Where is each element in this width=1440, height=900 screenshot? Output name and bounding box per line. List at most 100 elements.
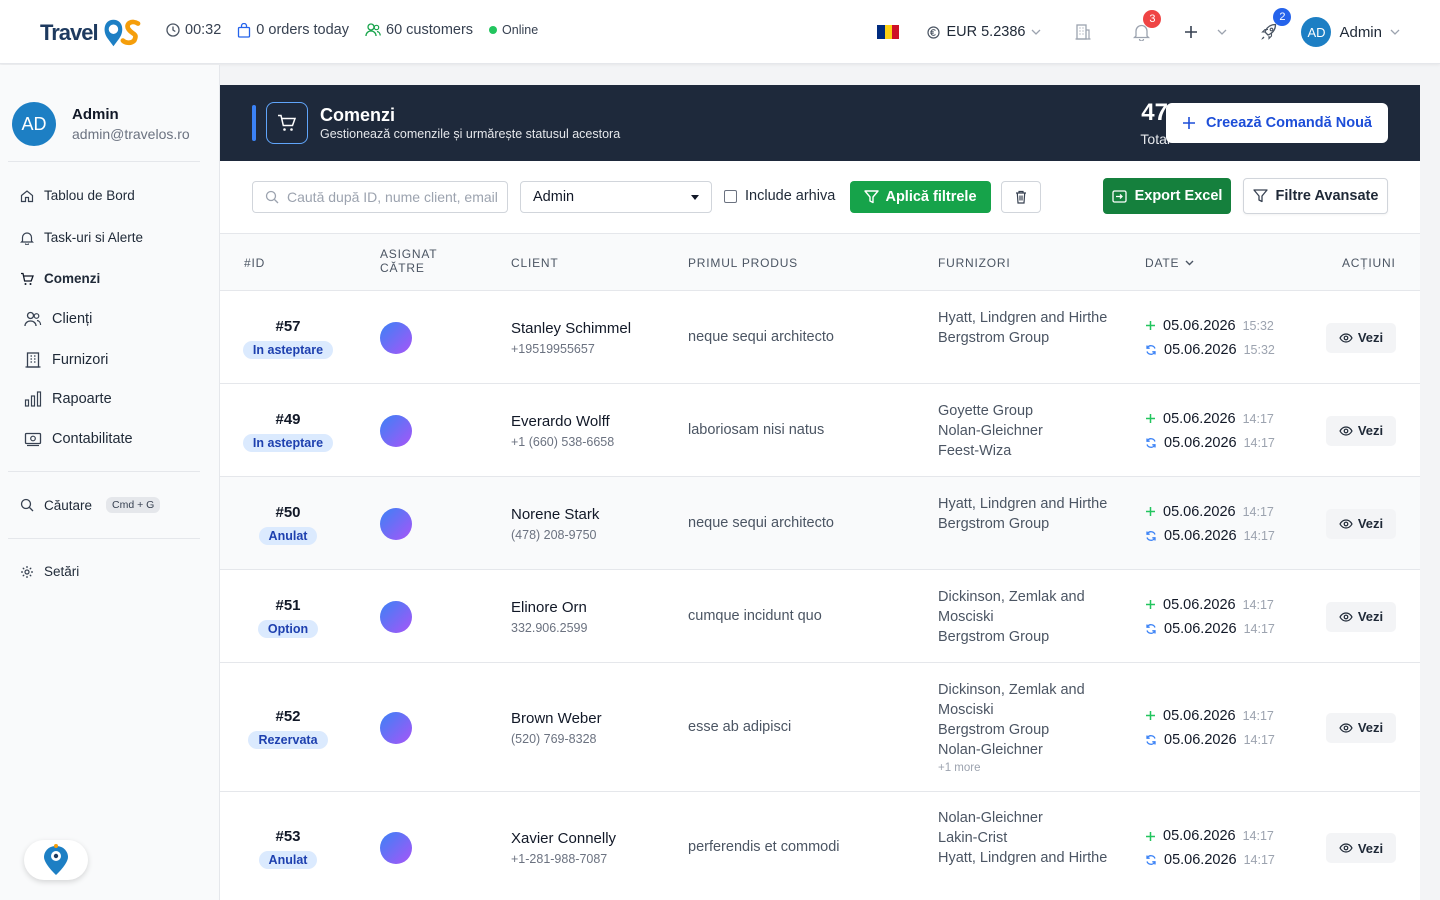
sidebar-profile[interactable]: AD Admin admin@travelos.ro (12, 102, 190, 146)
client-name[interactable]: Brown Weber (511, 710, 602, 727)
order-id[interactable]: #50 (238, 504, 338, 521)
sidebar-item-tasks[interactable]: Task-uri si Alerte (20, 230, 143, 245)
top-stats: 00:32 0 orders today 60 customers Online (166, 22, 538, 38)
export-icon (1111, 189, 1127, 203)
supplier-name: Bergstrom Group (938, 329, 1050, 346)
assignee-avatar[interactable] (380, 832, 412, 864)
view-order-button[interactable]: Vezi (1326, 833, 1396, 863)
search-input[interactable] (287, 189, 497, 205)
client-phone: (478) 208-9750 (511, 527, 597, 542)
date-cell: 05.06.2026 14:17 05.06.2026 14:17 (1145, 704, 1275, 752)
sidebar-item-clients[interactable]: Clienți (24, 311, 92, 327)
sidebar-item-label: Clienți (52, 311, 93, 327)
create-order-button[interactable]: Creează Comandă Nouă (1166, 103, 1388, 143)
table-row[interactable]: #53 Anulat Xavier Connelly +1-281-988-70… (220, 792, 1420, 900)
archive-checkbox[interactable] (724, 189, 737, 203)
supplier-name: Hyatt, Lindgren and Hirthe (938, 309, 1108, 326)
column-header-date[interactable]: DATE (1145, 256, 1194, 270)
sidebar-item-orders[interactable]: Comenzi (20, 271, 100, 286)
suppliers-more[interactable]: +1 more (938, 760, 1108, 776)
clear-filters-button[interactable] (1001, 181, 1041, 213)
advanced-filters-button[interactable]: Filtre Avansate (1243, 178, 1388, 214)
sidebar-item-suppliers[interactable]: Furnizori (24, 351, 108, 369)
view-order-button[interactable]: Vezi (1326, 712, 1396, 743)
updated-time-value: 14:17 (1243, 621, 1275, 636)
order-id[interactable]: #53 (238, 828, 338, 845)
client-name[interactable]: Everardo Wolff (511, 413, 614, 430)
client-name[interactable]: Elinore Orn (511, 599, 587, 616)
created-time-value: 14:17 (1242, 411, 1274, 426)
supplier-name: Bergstrom Group (938, 515, 1050, 532)
currency-selector[interactable]: EUR 5.2386 (927, 24, 1041, 40)
assignee-avatar[interactable] (380, 507, 412, 540)
assignee-avatar[interactable] (380, 414, 412, 447)
export-excel-button[interactable]: Export Excel (1103, 178, 1231, 214)
assignee-avatar[interactable] (380, 600, 412, 633)
table-row[interactable]: #57 In asteptare Stanley Schimmel +19519… (220, 291, 1420, 384)
client-name[interactable]: Norene Stark (511, 506, 599, 523)
date-cell: 05.06.2026 15:32 05.06.2026 15:32 (1145, 314, 1275, 362)
building-icon (1075, 24, 1091, 40)
column-header-client[interactable]: CLIENT (511, 256, 558, 270)
sidebar-search[interactable]: Căutare Cmd + G (20, 497, 161, 513)
assignee-select[interactable]: Admin (520, 181, 712, 213)
view-order-button[interactable]: Vezi (1326, 322, 1396, 353)
apply-filters-button[interactable]: Aplică filtrele (850, 181, 991, 213)
notifications-button[interactable]: 3 (1129, 10, 1162, 44)
status-badge: Anulat (258, 526, 318, 545)
client-name[interactable]: Stanley Schimmel (511, 320, 631, 337)
romania-flag-icon[interactable] (877, 25, 900, 39)
rocket-button[interactable]: 2 (1257, 8, 1292, 44)
table-row[interactable]: #51 Option Elinore Orn 332.906.2599 cumq… (220, 570, 1420, 663)
column-header-assigned[interactable]: ASIGNAT CĂTRE (380, 247, 460, 275)
refresh-icon (1146, 855, 1156, 865)
view-order-button[interactable]: Vezi (1326, 601, 1396, 632)
suppliers-cell: Hyatt, Lindgren and Hirthe Bergstrom Grou… (938, 308, 1108, 348)
table-row[interactable]: #50 Anulat Norene Stark (478) 208-9750 n… (220, 477, 1420, 570)
assignee-avatar[interactable] (380, 321, 412, 354)
supplier-name: Dickinson, Zemlak and Mosciski (938, 681, 1085, 718)
sidebar-item-reports[interactable]: Rapoarte (24, 391, 112, 407)
plus-icon (1183, 117, 1195, 129)
view-order-button[interactable]: Vezi (1326, 415, 1396, 446)
first-product: neque sequi architecto (688, 328, 834, 345)
suppliers-cell: Nolan-Gleichner Lakin-Crist Hyatt, Lindgre… (938, 808, 1108, 868)
suppliers-cell: Goyette Group Nolan-Gleichner Feest-Wiza (938, 401, 1108, 461)
company-button[interactable] (1071, 20, 1095, 44)
quick-add-button[interactable] (1183, 20, 1227, 44)
client-phone: (520) 769-8328 (511, 731, 597, 746)
help-assistant-button[interactable] (24, 840, 88, 880)
eye-icon (1339, 611, 1353, 622)
include-archive[interactable]: Include arhiva (724, 188, 835, 204)
column-header-product[interactable]: PRIMUL PRODUS (688, 256, 798, 270)
created-date: 05.06.2026 14:17 (1145, 704, 1275, 728)
refresh-icon (1146, 734, 1156, 745)
client-name[interactable]: Xavier Connelly (511, 830, 616, 847)
order-id[interactable]: #57 (238, 318, 338, 335)
view-order-button[interactable]: Vezi (1326, 508, 1396, 539)
table-row[interactable]: #49 In asteptare Everardo Wolff +1 (660)… (220, 384, 1420, 477)
table-row[interactable]: #52 Rezervata Brown Weber (520) 769-8328… (220, 663, 1420, 792)
app-logo[interactable]: Travel (40, 16, 142, 50)
updated-date: 05.06.2026 14:17 (1145, 848, 1275, 872)
order-id[interactable]: #51 (238, 597, 338, 614)
updated-date-value: 05.06.2026 (1164, 434, 1237, 451)
client-cell: Norene Stark (478) 208-9750 (511, 506, 599, 542)
plus-icon (1146, 600, 1155, 609)
user-menu[interactable]: AD Admin (1301, 17, 1400, 47)
online-status: Online (489, 23, 538, 37)
sidebar-item-settings[interactable]: Setări (20, 564, 79, 579)
assignee-avatar[interactable] (380, 711, 412, 744)
column-header-date-label: DATE (1145, 256, 1180, 270)
created-date-value: 05.06.2026 (1163, 707, 1236, 724)
column-header-id[interactable]: #ID (244, 256, 265, 270)
sidebar-item-accounting[interactable]: Contabilitate (24, 431, 133, 447)
sidebar-item-dashboard[interactable]: Tablou de Bord (20, 188, 135, 203)
view-order-label: Vezi (1357, 840, 1384, 856)
column-header-suppliers[interactable]: FURNIZORI (938, 256, 1011, 270)
filters-bar: Admin Include arhiva Aplică filtrele Exp… (220, 161, 1420, 234)
order-id[interactable]: #49 (238, 411, 338, 428)
order-id[interactable]: #52 (238, 708, 338, 725)
header-accent-bar (252, 105, 256, 141)
plus-icon (1185, 26, 1198, 38)
